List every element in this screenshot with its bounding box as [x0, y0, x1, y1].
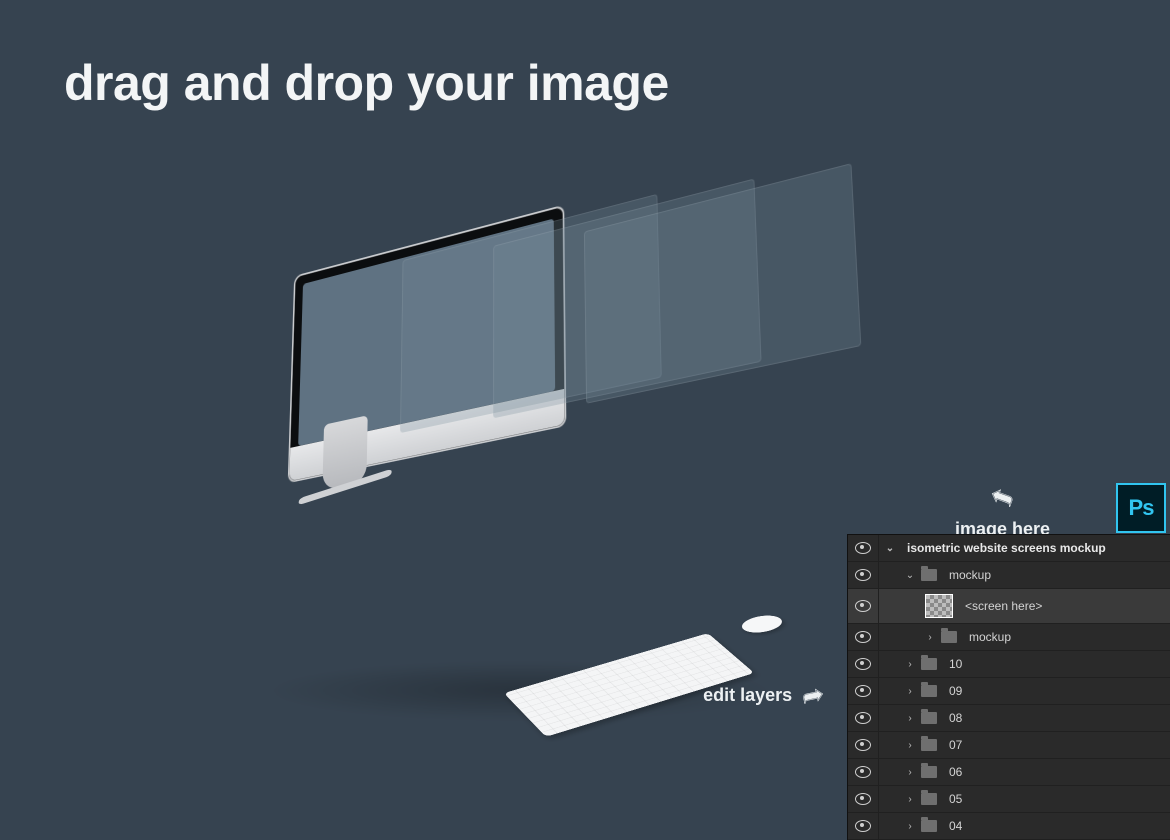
imac-base [298, 469, 392, 506]
layer-row-folder[interactable]: › 06 [848, 759, 1170, 786]
layer-label: 05 [949, 792, 962, 806]
curved-arrow-icon: ➦ [799, 678, 827, 713]
layer-label: 04 [949, 819, 962, 833]
layer-row-nested-mockup[interactable]: › mockup [848, 624, 1170, 651]
annotation-image-here: ➦ image here [955, 480, 1050, 540]
annotation-edit-layers-label: edit layers [703, 685, 792, 706]
folder-icon [921, 569, 937, 581]
folder-icon [941, 631, 957, 643]
folder-icon [921, 766, 937, 778]
layer-label: 08 [949, 711, 962, 725]
mouse [736, 612, 788, 636]
layer-label: 07 [949, 738, 962, 752]
layer-label: mockup [969, 630, 1011, 644]
photoshop-badge-icon: Ps [1116, 483, 1166, 533]
folder-icon [921, 793, 937, 805]
imac-screen [298, 219, 555, 447]
floating-screen-2 [493, 179, 762, 419]
layer-label: 06 [949, 765, 962, 779]
layer-row-folder[interactable]: › 08 [848, 705, 1170, 732]
folder-icon [921, 739, 937, 751]
layer-label: <screen here> [965, 599, 1042, 613]
floating-screen-3 [584, 163, 862, 404]
layer-row-screen-here[interactable]: <screen here> [848, 589, 1170, 624]
layer-row-folder[interactable]: › 04 [848, 813, 1170, 840]
eye-icon [855, 542, 871, 554]
visibility-toggle[interactable] [848, 678, 879, 704]
layer-label: isometric website screens mockup [907, 541, 1106, 555]
imac-stand [322, 415, 367, 490]
visibility-toggle[interactable] [848, 651, 879, 677]
chevron-down-icon[interactable]: ⌄ [905, 570, 915, 581]
folder-icon [921, 820, 937, 832]
eye-icon [855, 600, 871, 612]
layer-row-folder[interactable]: › 07 [848, 732, 1170, 759]
layer-label: mockup [949, 568, 991, 582]
visibility-toggle[interactable] [848, 624, 879, 650]
layer-label: 09 [949, 684, 962, 698]
eye-icon [855, 739, 871, 751]
chevron-right-icon[interactable]: › [905, 767, 915, 778]
chevron-right-icon[interactable]: › [905, 821, 915, 832]
folder-icon [921, 658, 937, 670]
chevron-right-icon[interactable]: › [925, 632, 935, 643]
imac [288, 205, 567, 484]
smart-object-thumb-icon [925, 594, 953, 618]
floating-screen-1 [400, 194, 662, 433]
eye-icon [855, 766, 871, 778]
eye-icon [855, 685, 871, 697]
layer-row-folder[interactable]: › 05 [848, 786, 1170, 813]
visibility-toggle[interactable] [848, 705, 879, 731]
chevron-right-icon[interactable]: › [905, 713, 915, 724]
eye-icon [855, 793, 871, 805]
visibility-toggle[interactable] [848, 732, 879, 758]
visibility-toggle[interactable] [848, 813, 879, 839]
visibility-toggle[interactable] [848, 589, 879, 623]
eye-icon [855, 658, 871, 670]
chevron-right-icon[interactable]: › [905, 794, 915, 805]
eye-icon [855, 569, 871, 581]
visibility-toggle[interactable] [848, 759, 879, 785]
eye-icon [855, 712, 871, 724]
chevron-right-icon[interactable]: › [905, 686, 915, 697]
layer-row-folder[interactable]: › 09 [848, 678, 1170, 705]
visibility-toggle[interactable] [848, 535, 879, 561]
chevron-right-icon[interactable]: › [905, 659, 915, 670]
imac-bezel [288, 205, 567, 484]
layer-row-folder[interactable]: › 10 [848, 651, 1170, 678]
annotation-edit-layers: edit layers ➦ [703, 680, 824, 711]
visibility-toggle[interactable] [848, 562, 879, 588]
eye-icon [855, 820, 871, 832]
chevron-right-icon[interactable]: › [905, 740, 915, 751]
layer-row-root[interactable]: ⌄ isometric website screens mockup [848, 535, 1170, 562]
eye-icon [855, 631, 871, 643]
photoshop-layers-panel: Ps ⌄ isometric website screens mockup ⌄ … [847, 534, 1170, 840]
visibility-toggle[interactable] [848, 786, 879, 812]
layer-label: 10 [949, 657, 962, 671]
imac-chin [289, 389, 564, 481]
chevron-down-icon[interactable]: ⌄ [885, 543, 895, 554]
folder-icon [921, 712, 937, 724]
folder-icon [921, 685, 937, 697]
headline: drag and drop your image [64, 54, 669, 112]
layer-row-mockup[interactable]: ⌄ mockup [848, 562, 1170, 589]
